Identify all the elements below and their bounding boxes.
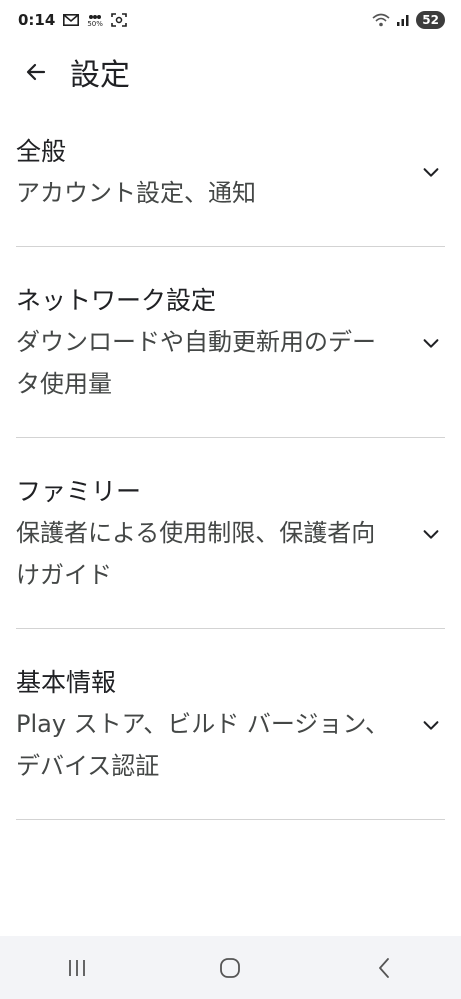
section-title: 基本情報 <box>16 668 117 697</box>
chevron-down-icon <box>419 331 443 355</box>
section-about[interactable]: 基本情報 Play ストア、ビルド バージョン、デバイス認証 <box>0 629 461 820</box>
page-title: 設定 <box>70 58 130 93</box>
app-bar: 設定 <box>0 44 461 100</box>
wifi-icon <box>372 13 390 27</box>
status-left: 0:14 50% <box>18 11 127 29</box>
divider <box>16 819 445 820</box>
home-icon <box>219 957 241 979</box>
section-subtitle: 保護者による使用制限、保護者向けガイド <box>16 519 376 589</box>
status-right: 52 <box>372 11 445 29</box>
status-bar: 0:14 50% 52 <box>0 0 461 40</box>
section-general[interactable]: 全般 アカウント設定、通知 <box>0 110 461 247</box>
section-subtitle: ダウンロードや自動更新用のデータ使用量 <box>16 328 376 398</box>
home-button[interactable] <box>190 944 270 992</box>
chevron-down-icon <box>419 713 443 737</box>
chevron-down-icon <box>419 160 443 184</box>
section-subtitle: アカウント設定、通知 <box>16 179 256 207</box>
status-time: 0:14 <box>18 11 56 29</box>
section-subtitle: Play ストア、ビルド バージョン、デバイス認証 <box>16 710 389 780</box>
settings-list: 全般 アカウント設定、通知 ネットワーク設定 ダウンロードや自動更新用のデータ使… <box>0 110 461 820</box>
mail-icon <box>63 14 80 26</box>
battery-badge: 52 <box>416 11 445 29</box>
back-icon <box>376 957 392 979</box>
signal-icon <box>396 13 410 27</box>
arrow-back-icon <box>24 60 48 84</box>
section-title: ファミリー <box>16 477 142 506</box>
section-title: 全般 <box>16 137 67 166</box>
data-saver-icon: 50% <box>87 13 103 28</box>
back-button[interactable] <box>12 48 60 96</box>
recents-icon <box>66 958 88 978</box>
section-title: ネットワーク設定 <box>16 286 217 315</box>
chevron-down-icon <box>419 522 443 546</box>
data-saver-label: 50% <box>87 19 103 28</box>
recents-button[interactable] <box>37 944 117 992</box>
nav-back-button[interactable] <box>344 944 424 992</box>
section-network[interactable]: ネットワーク設定 ダウンロードや自動更新用のデータ使用量 <box>0 247 461 438</box>
system-nav-bar <box>0 936 461 999</box>
section-family[interactable]: ファミリー 保護者による使用制限、保護者向けガイド <box>0 438 461 629</box>
screenshot-icon <box>111 13 127 27</box>
